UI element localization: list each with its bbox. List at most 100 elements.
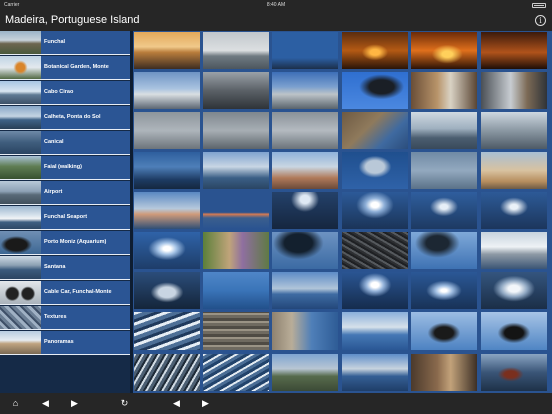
photo-thumbnail[interactable]	[411, 192, 477, 229]
photo-thumbnail[interactable]	[203, 272, 269, 309]
funchal-thumbnail	[0, 31, 41, 54]
airport-thumbnail	[0, 181, 41, 204]
sidebar-item-cable-car[interactable]: Cable Car, Funchal-Monte	[0, 281, 130, 305]
photo-thumbnail[interactable]	[134, 72, 200, 109]
photo-thumbnail[interactable]	[272, 72, 338, 109]
photo-thumbnail[interactable]	[342, 232, 408, 269]
page-forward-icon[interactable]: ▶	[199, 397, 212, 410]
photo-thumbnail[interactable]	[134, 354, 200, 391]
sidebar-item-cabo-cirao[interactable]: Cabo Cirao	[0, 81, 130, 105]
photo-thumbnail[interactable]	[342, 312, 408, 350]
photo-thumbnail[interactable]	[134, 272, 200, 309]
photo-thumbnail[interactable]	[272, 354, 338, 391]
textures-thumbnail	[0, 306, 41, 329]
photo-thumbnail[interactable]	[481, 152, 547, 189]
sidebar-item-botanical-garden[interactable]: Botanical Garden, Monte	[0, 56, 130, 80]
sidebar-item-label: Santana	[44, 264, 66, 270]
panoramas-thumbnail	[0, 331, 41, 354]
photo-thumbnail[interactable]	[411, 312, 477, 350]
sidebar-item-textures[interactable]: Textures	[0, 306, 130, 330]
sidebar-item-label: Calheta, Ponta do Sol	[44, 114, 101, 120]
sidebar-item-label: Cable Car, Funchal-Monte	[44, 289, 112, 295]
sidebar-item-airport[interactable]: Airport	[0, 181, 130, 205]
photo-thumbnail[interactable]	[342, 272, 408, 309]
sidebar-item-faial[interactable]: Faial (walking)	[0, 156, 130, 180]
porto-moniz-thumbnail	[0, 231, 41, 254]
canical-thumbnail	[0, 131, 41, 154]
photo-thumbnail[interactable]	[272, 32, 338, 69]
photo-thumbnail[interactable]	[272, 152, 338, 189]
sidebar-item-label: Panoramas	[44, 339, 74, 345]
photo-thumbnail[interactable]	[481, 192, 547, 229]
photo-thumbnail[interactable]	[342, 72, 408, 109]
photo-thumbnail[interactable]	[481, 112, 547, 149]
photo-thumbnail[interactable]	[134, 232, 200, 269]
sidebar-item-porto-moniz[interactable]: Porto Moniz (Aquarium)	[0, 231, 130, 255]
photo-thumbnail[interactable]	[342, 112, 408, 149]
photo-thumbnail[interactable]	[411, 232, 477, 269]
photo-thumbnail[interactable]	[203, 232, 269, 269]
sidebar-item-funchal[interactable]: Funchal	[0, 31, 130, 55]
sidebar-item-label: Cabo Cirao	[44, 89, 74, 95]
photo-thumbnail[interactable]	[134, 312, 200, 350]
back-arrow-icon[interactable]: ◀	[39, 397, 52, 410]
album-sidebar: Funchal Botanical Garden, Monte Cabo Cir…	[0, 31, 130, 393]
photo-thumbnail[interactable]	[481, 72, 547, 109]
photo-thumbnail[interactable]	[272, 112, 338, 149]
battery-icon	[532, 3, 546, 8]
photo-thumbnail[interactable]	[411, 354, 477, 391]
sidebar-item-label: Botanical Garden, Monte	[44, 64, 109, 70]
photo-thumbnail[interactable]	[203, 192, 269, 229]
photo-thumbnail[interactable]	[481, 232, 547, 269]
title-bar: Madeira, Portuguese Island i	[0, 10, 552, 31]
photo-thumbnail[interactable]	[134, 32, 200, 69]
photo-thumbnail[interactable]	[342, 32, 408, 69]
photo-thumbnail[interactable]	[411, 152, 477, 189]
photo-grid	[133, 31, 552, 393]
sidebar-item-label: Airport	[44, 189, 63, 195]
reload-icon[interactable]: ↻	[118, 397, 131, 410]
photo-thumbnail[interactable]	[272, 312, 338, 350]
santana-thumbnail	[0, 256, 41, 279]
photo-thumbnail[interactable]	[272, 192, 338, 229]
photo-thumbnail[interactable]	[342, 192, 408, 229]
photo-thumbnail[interactable]	[203, 32, 269, 69]
home-icon[interactable]: ⌂	[9, 397, 22, 410]
sidebar-item-calheta[interactable]: Calheta, Ponta do Sol	[0, 106, 130, 130]
photo-thumbnail[interactable]	[203, 72, 269, 109]
photo-thumbnail[interactable]	[481, 32, 547, 69]
photo-thumbnail[interactable]	[411, 32, 477, 69]
photo-thumbnail[interactable]	[203, 354, 269, 391]
photo-thumbnail[interactable]	[134, 192, 200, 229]
photo-thumbnail[interactable]	[411, 272, 477, 309]
sidebar-item-label: Textures	[44, 314, 67, 320]
sidebar-item-funchal-seaport[interactable]: Funchal Seaport	[0, 206, 130, 230]
cabo-cirao-thumbnail	[0, 81, 41, 104]
sidebar-item-panoramas[interactable]: Panoramas	[0, 331, 130, 355]
photo-thumbnail[interactable]	[272, 272, 338, 309]
bottom-toolbar: ⌂ ◀ ▶ ↻ ◀ ▶	[0, 393, 552, 414]
photo-thumbnail[interactable]	[481, 312, 547, 350]
photo-thumbnail[interactable]	[203, 112, 269, 149]
sidebar-item-santana[interactable]: Santana	[0, 256, 130, 280]
photo-thumbnail[interactable]	[481, 354, 547, 391]
photo-thumbnail[interactable]	[203, 152, 269, 189]
photo-thumbnail[interactable]	[411, 72, 477, 109]
sidebar-item-label: Faial (walking)	[44, 164, 82, 170]
photo-thumbnail[interactable]	[342, 354, 408, 391]
photo-thumbnail[interactable]	[411, 112, 477, 149]
seaport-thumbnail	[0, 206, 41, 229]
faial-thumbnail	[0, 156, 41, 179]
photo-thumbnail[interactable]	[203, 312, 269, 350]
photo-thumbnail[interactable]	[134, 152, 200, 189]
calheta-thumbnail	[0, 106, 41, 129]
sidebar-item-canical[interactable]: Canical	[0, 131, 130, 155]
photo-thumbnail[interactable]	[272, 232, 338, 269]
info-icon[interactable]: i	[535, 15, 546, 26]
photo-thumbnail[interactable]	[342, 152, 408, 189]
photo-thumbnail[interactable]	[481, 272, 547, 309]
photo-thumbnail[interactable]	[134, 112, 200, 149]
status-bar: Carrier 8:40 AM	[0, 0, 552, 10]
forward-arrow-icon[interactable]: ▶	[68, 397, 81, 410]
page-back-icon[interactable]: ◀	[170, 397, 183, 410]
